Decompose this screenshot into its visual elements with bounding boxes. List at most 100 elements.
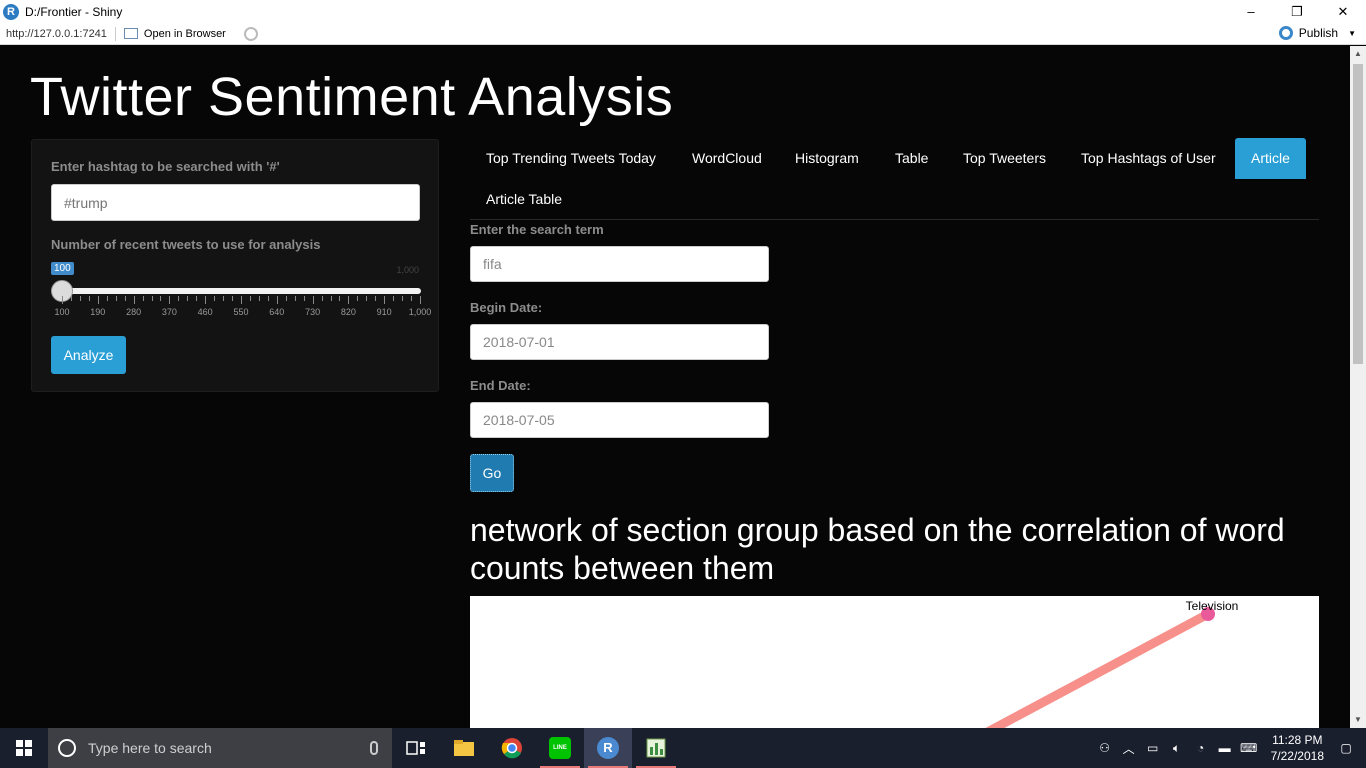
slider-tick <box>79 296 81 301</box>
slider-tick <box>142 296 144 301</box>
battery-icon[interactable]: ▭ <box>1141 741 1165 755</box>
slider-tick <box>339 296 341 301</box>
taskbar-search-box[interactable]: Type here to search <box>48 728 392 768</box>
slider-tick <box>97 296 99 304</box>
open-in-browser-button[interactable]: Open in Browser <box>123 28 226 40</box>
browser-window-icon <box>123 28 138 39</box>
slider-tick-label: 820 <box>340 307 356 317</box>
slider-tick <box>223 296 225 301</box>
system-tray: ⚇ ︿ ▭ 🔈︎ ◔ ▬ ⌨ 11:28 PM 7/22/2018 ▢ <box>1093 728 1366 768</box>
slider-tick-label: 910 <box>376 307 392 317</box>
tweet-count-slider[interactable]: 100 1,000 100 190 280 370 460 550 640 730 820 910… <box>51 260 431 320</box>
folder-icon <box>454 740 474 756</box>
slider-tick <box>411 296 413 301</box>
slider-tick <box>232 296 234 301</box>
slider-tick <box>133 296 135 304</box>
tab-article-table[interactable]: Article Table <box>470 179 578 220</box>
slider-tick <box>258 296 260 301</box>
slider-tick <box>160 296 162 301</box>
begin-date-input[interactable] <box>470 324 769 360</box>
slider-max-label: 1,000 <box>396 265 419 275</box>
slider-tick <box>366 296 368 301</box>
tab-top-tweeters[interactable]: Top Tweeters <box>947 138 1062 179</box>
microphone-icon[interactable] <box>370 741 378 755</box>
slider-tick-label: 550 <box>233 307 249 317</box>
window-title: D:/Frontier - Shiny <box>25 4 123 19</box>
slider-tick-label: 100 <box>54 307 70 317</box>
scrollbar-thumb[interactable] <box>1353 64 1363 364</box>
close-button[interactable]: ✕ <box>1320 0 1366 23</box>
vertical-scrollbar[interactable]: ▲ ▼ <box>1350 46 1366 728</box>
line-app-button[interactable]: LINE <box>536 728 584 768</box>
scroll-down-icon[interactable]: ▼ <box>1350 712 1366 728</box>
slider-track[interactable] <box>51 288 421 294</box>
slider-tick-label: 370 <box>161 307 177 317</box>
end-date-input[interactable] <box>470 402 769 438</box>
tab-table[interactable]: Table <box>879 138 944 179</box>
slider-tick <box>285 296 287 301</box>
people-icon[interactable]: ⚇ <box>1093 741 1117 755</box>
wifi-icon[interactable]: ◔ <box>1189 741 1213 755</box>
hashtag-input[interactable] <box>51 184 420 221</box>
tab-top-hashtags[interactable]: Top Hashtags of User <box>1065 138 1232 179</box>
slider-tick <box>241 296 242 304</box>
network-plot: Television <box>470 596 1319 728</box>
minimize-button[interactable]: – <box>1228 0 1274 23</box>
slider-tick <box>357 296 359 301</box>
slider-tick <box>249 296 251 301</box>
slider-value-badge: 100 <box>51 262 74 275</box>
slider-tick <box>384 296 386 304</box>
r-logo-icon: R <box>597 737 619 759</box>
notifications-icon[interactable]: ▢ <box>1334 741 1358 755</box>
tab-wordcloud[interactable]: WordCloud <box>676 138 778 179</box>
clock-date: 7/22/2018 <box>1270 749 1324 763</box>
go-button[interactable]: Go <box>470 454 514 492</box>
scroll-up-icon[interactable]: ▲ <box>1350 46 1366 62</box>
slider-tick <box>187 296 189 301</box>
keyboard-icon[interactable]: ⌨ <box>1237 741 1261 755</box>
slider-ticks <box>51 296 421 304</box>
line-chat-icon: LINE <box>549 737 571 759</box>
chevron-down-icon[interactable]: ▼ <box>1348 29 1356 38</box>
start-button[interactable] <box>0 728 48 768</box>
task-view-icon <box>406 741 425 755</box>
network-node-label: Television <box>1186 599 1239 613</box>
window-title-bar: R D:/Frontier - Shiny – ❐ ✕ <box>0 0 1366 23</box>
tab-article[interactable]: Article <box>1235 138 1306 179</box>
shiny-toolbar: http://127.0.0.1:7241 Open in Browser Pu… <box>0 23 1366 45</box>
publish-label: Publish <box>1298 26 1339 40</box>
slider-tick <box>205 296 207 304</box>
chrome-button[interactable] <box>488 728 536 768</box>
tab-histogram[interactable]: Histogram <box>779 138 875 179</box>
task-view-button[interactable] <box>392 728 440 768</box>
notepad-button[interactable] <box>632 728 680 768</box>
end-date-label: End Date: <box>470 378 531 393</box>
search-term-input[interactable] <box>470 246 769 282</box>
volume-icon[interactable]: 🔈︎ <box>1165 741 1189 756</box>
slider-tick-label: 460 <box>197 307 213 317</box>
slider-tick <box>330 296 332 301</box>
file-explorer-button[interactable] <box>440 728 488 768</box>
tweet-count-label: Number of recent tweets to use for analy… <box>51 237 321 252</box>
network-graph: Television <box>985 599 1239 728</box>
power-icon[interactable]: ▬ <box>1213 741 1237 755</box>
system-clock[interactable]: 11:28 PM 7/22/2018 <box>1271 732 1324 764</box>
tab-top-trending[interactable]: Top Trending Tweets Today <box>470 138 672 179</box>
slider-tick <box>294 296 296 301</box>
refresh-icon[interactable] <box>243 26 258 41</box>
maximize-button[interactable]: ❐ <box>1274 0 1320 23</box>
hashtag-label: Enter hashtag to be searched with '#' <box>51 159 280 174</box>
r-app-icon: R <box>3 3 19 20</box>
publish-button[interactable]: Publish ▼ <box>1278 26 1356 40</box>
slider-tick-label: 190 <box>90 307 106 317</box>
slider-tick <box>402 296 404 301</box>
analyze-button[interactable]: Analyze <box>51 336 126 374</box>
publish-icon <box>1278 26 1293 40</box>
page-title: Twitter Sentiment Analysis <box>30 67 674 127</box>
chevron-up-icon[interactable]: ︿ <box>1117 740 1141 757</box>
slider-tick-label: 730 <box>305 307 321 317</box>
slider-tick <box>106 296 108 301</box>
network-title: network of section group based on the co… <box>470 512 1285 586</box>
slider-tick <box>303 296 305 301</box>
rstudio-button[interactable]: R <box>584 728 632 768</box>
